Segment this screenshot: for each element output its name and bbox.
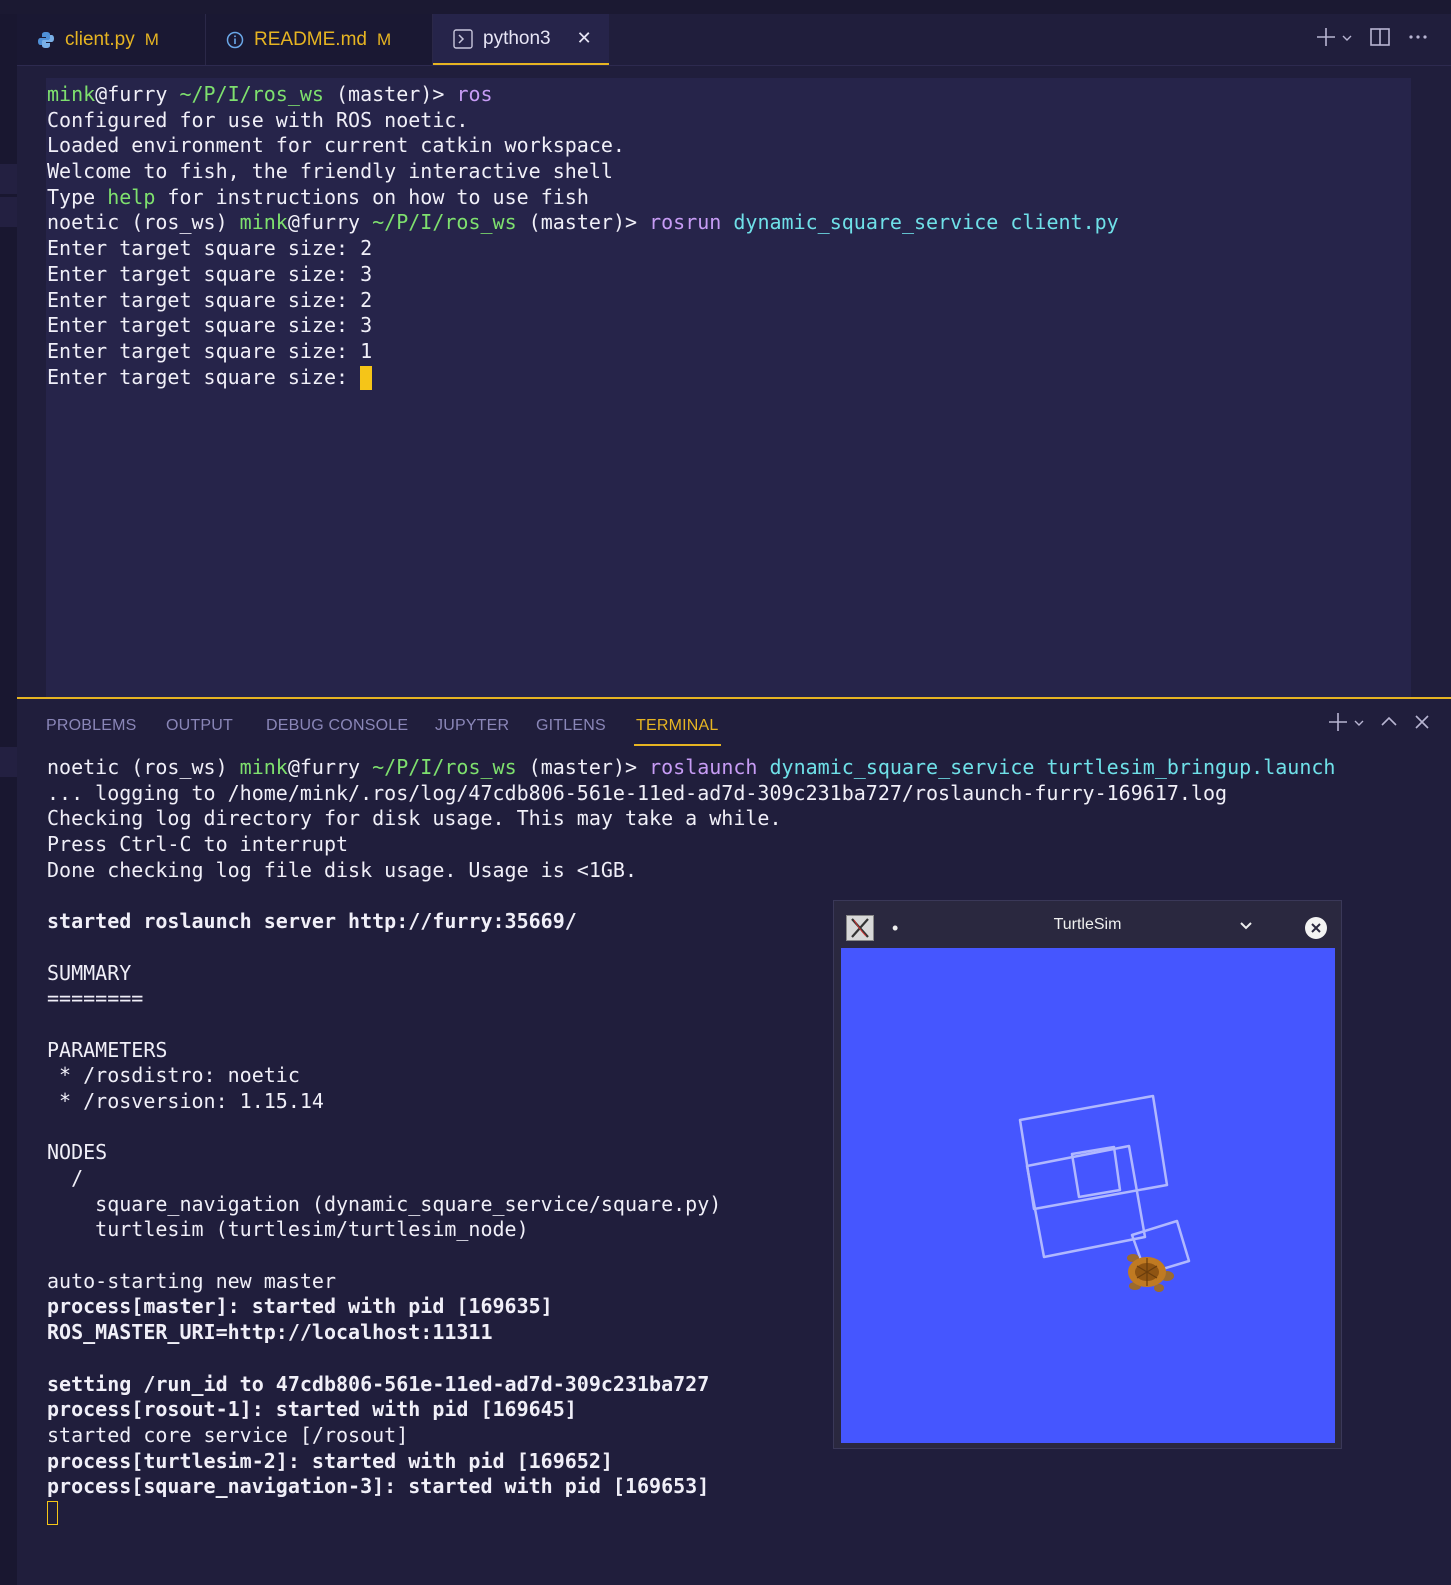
new-terminal-icon[interactable] xyxy=(1327,711,1349,738)
turtlesim-window[interactable]: • TurtleSim xyxy=(833,900,1342,1449)
turtlesim-titlebar[interactable]: • TurtleSim xyxy=(834,901,1341,949)
terminal-line: Enter target square size: 2 xyxy=(47,236,373,261)
terminal-line: noetic (ros_ws) mink@furry ~/P/I/ros_ws … xyxy=(47,755,1336,779)
terminal-line: noetic (ros_ws) mink@furry ~/P/I/ros_ws … xyxy=(47,210,1119,235)
tab-client-py[interactable]: client.py M xyxy=(17,14,206,65)
turtle-icon xyxy=(1127,1254,1174,1292)
terminal-cursor xyxy=(47,1501,58,1526)
terminal-input-line[interactable] xyxy=(47,1500,1335,1526)
terminal-line: process[turtlesim-2]: started with pid [… xyxy=(47,1448,613,1473)
terminal-icon xyxy=(453,28,473,49)
window-title: TurtleSim xyxy=(1053,916,1122,933)
tab-label: README.md xyxy=(254,28,367,50)
terminal-line: Checking log directory for disk usage. T… xyxy=(47,806,782,831)
close-panel-icon[interactable] xyxy=(1413,713,1431,736)
chevron-down-icon[interactable] xyxy=(1341,31,1353,49)
modified-badge: M xyxy=(144,29,159,49)
close-icon[interactable] xyxy=(1305,917,1327,939)
chevron-down-icon[interactable] xyxy=(1353,716,1365,734)
panel-actions xyxy=(1327,711,1431,738)
tab-label: client.py xyxy=(65,28,135,50)
chevron-down-icon[interactable] xyxy=(1238,917,1254,938)
maximize-panel-icon[interactable] xyxy=(1379,712,1399,737)
terminal-line: Press Ctrl-C to interrupt xyxy=(47,832,349,857)
turtle-trail xyxy=(1018,1094,1191,1276)
tab-debug-console[interactable]: DEBUG CONSOLE xyxy=(266,717,408,735)
editor-tab-bar: client.py M README.md M python3 ✕ xyxy=(17,14,1451,66)
editor-terminal-output: mink@furry ~/P/I/ros_ws (master)> ros Co… xyxy=(47,82,1119,391)
turtlesim-canvas xyxy=(841,948,1335,1443)
python-icon xyxy=(37,31,55,49)
terminal-line: Done checking log file disk usage. Usage… xyxy=(47,857,638,882)
more-actions-icon[interactable] xyxy=(1407,26,1429,53)
terminal-cursor xyxy=(360,366,373,391)
editor-terminal[interactable]: mink@furry ~/P/I/ros_ws (master)> ros Co… xyxy=(17,66,1451,698)
terminal-line: Enter target square size: 3 xyxy=(47,313,373,338)
tab-output[interactable]: OUTPUT xyxy=(166,717,233,735)
tab-readme-md[interactable]: README.md M xyxy=(206,14,433,65)
tab-problems[interactable]: PROBLEMS xyxy=(46,717,137,735)
tab-label: python3 xyxy=(483,27,551,49)
window-top-strip xyxy=(0,0,1451,14)
new-terminal-icon[interactable] xyxy=(1315,26,1337,53)
tab-gitlens[interactable]: GITLENS xyxy=(536,717,606,735)
terminal-line: Enter target square size: 3 xyxy=(47,261,373,286)
split-editor-icon[interactable] xyxy=(1369,26,1391,53)
activity-bar-edge xyxy=(0,14,17,1585)
info-icon xyxy=(226,31,244,49)
terminal-line: mink@furry ~/P/I/ros_ws (master)> ros xyxy=(47,82,493,106)
tab-terminal[interactable]: TERMINAL xyxy=(634,717,720,746)
terminal-line: Enter target square size: 1 xyxy=(47,338,373,363)
modified-badge: M xyxy=(376,29,392,49)
tab-python3[interactable]: python3 ✕ xyxy=(433,14,609,65)
panel-tab-bar: PROBLEMS OUTPUT DEBUG CONSOLE JUPYTER GI… xyxy=(17,699,1451,749)
terminal-line: process[square_navigation-3]: started wi… xyxy=(47,1474,710,1499)
terminal-line: Configured for use with ROS noetic. xyxy=(47,107,469,132)
terminal-line: Welcome to fish, the friendly interactiv… xyxy=(47,159,613,184)
terminal-line: Type help for instructions on how to use… xyxy=(47,184,589,209)
terminal-line: Loaded environment for current catkin wo… xyxy=(47,133,625,158)
tab-jupyter[interactable]: JUPYTER xyxy=(435,717,509,735)
terminal-line: Enter target square size: 2 xyxy=(47,287,373,312)
close-icon[interactable]: ✕ xyxy=(577,28,592,49)
editor-actions xyxy=(1315,14,1429,65)
terminal-line: ... logging to /home/mink/.ros/log/47cdb… xyxy=(47,780,1228,805)
terminal-input-line[interactable]: Enter target square size: xyxy=(47,365,1119,391)
